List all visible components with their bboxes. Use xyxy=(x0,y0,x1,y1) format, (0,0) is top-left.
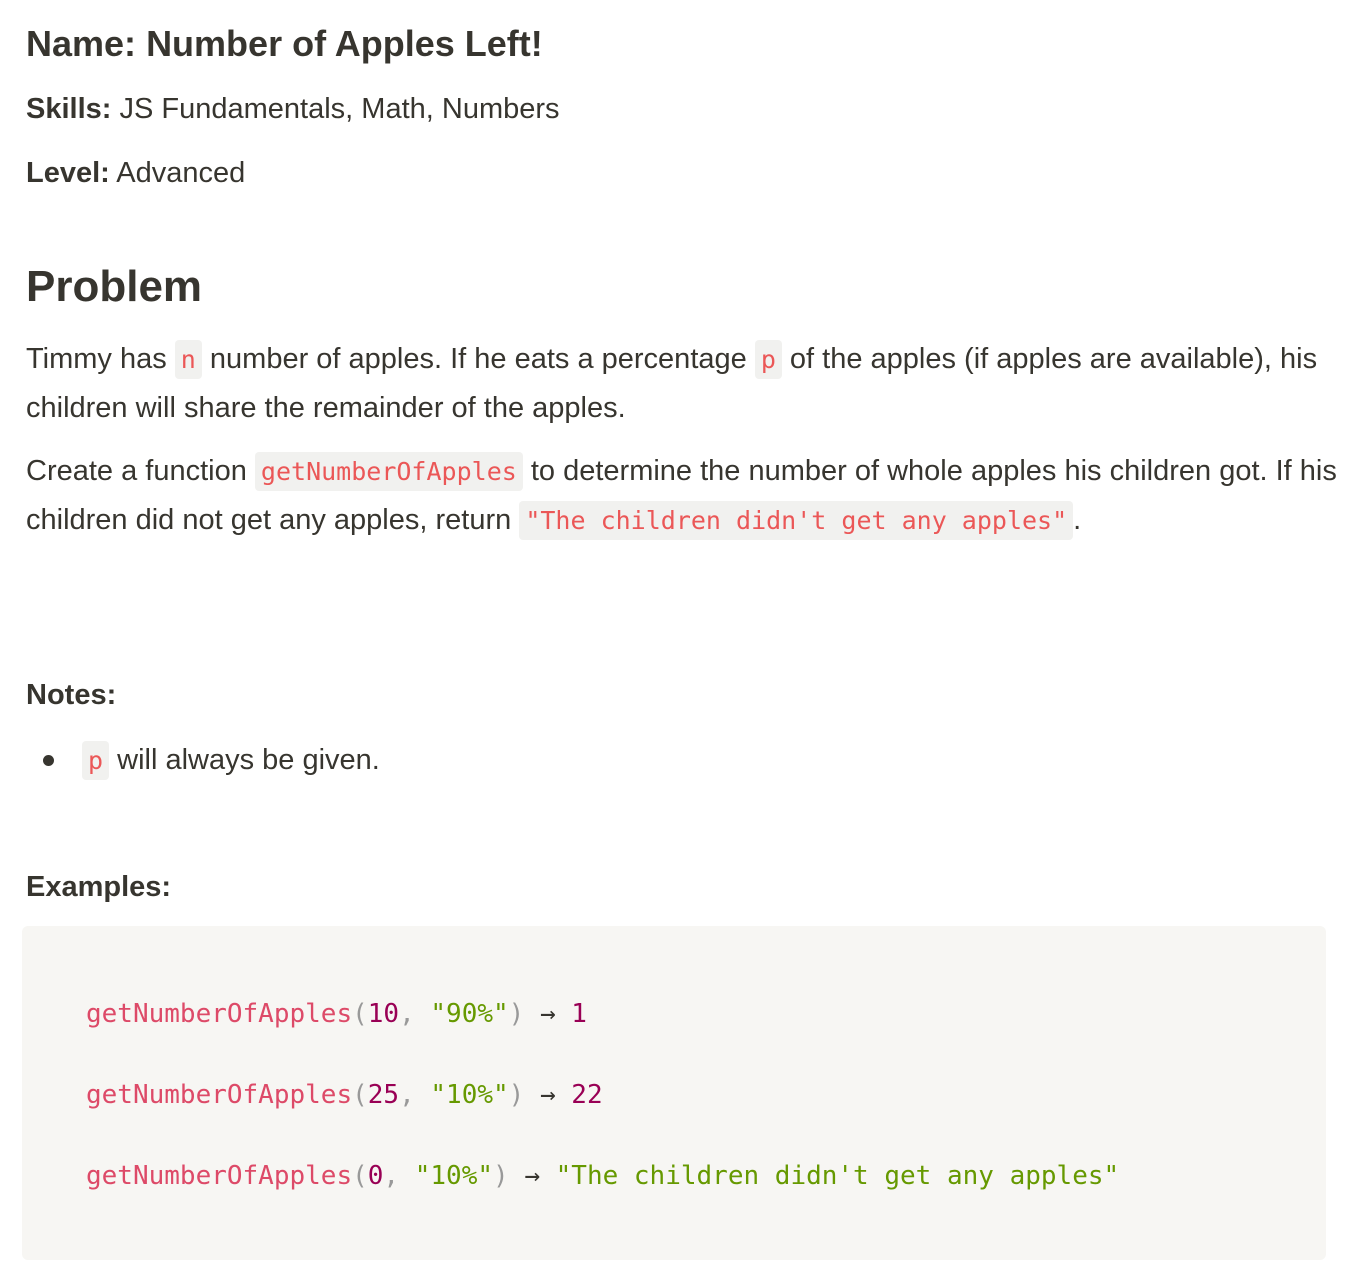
code-line: getNumberOfApples(10, "90%") → 1 xyxy=(86,996,587,1032)
problem-text: Timmy has xyxy=(26,343,175,375)
code-result: 22 xyxy=(571,1080,603,1110)
code-punctuation: , xyxy=(399,999,431,1029)
page-title: Name: Number of Apples Left! xyxy=(26,22,543,66)
examples-heading: Examples: xyxy=(26,871,172,903)
code-punctuation: ) xyxy=(493,1161,509,1191)
code-function: getNumberOfApples xyxy=(86,1161,353,1191)
skills-value: JS Fundamentals, Math, Numbers xyxy=(119,93,560,125)
code-punctuation: , xyxy=(399,1080,431,1110)
inline-code-n: n xyxy=(174,340,202,379)
notes-heading: Notes: xyxy=(26,679,117,711)
code-function: getNumberOfApples xyxy=(86,1080,353,1110)
level-value: Advanced xyxy=(116,157,246,189)
arrow-icon: → xyxy=(524,999,572,1029)
inline-code-return-value: "The children didn't get any apples" xyxy=(519,501,1074,540)
problem-paragraph-1: Timmy has n number of apples. If he eats… xyxy=(26,335,1338,432)
inline-code-p: p xyxy=(754,340,782,379)
note-text: p will always be given. xyxy=(82,736,380,785)
skills-line: Skills: JS Fundamentals, Math, Numbers xyxy=(26,89,560,129)
code-string: "10%" xyxy=(430,1080,509,1110)
code-result: 1 xyxy=(571,999,587,1029)
code-line: getNumberOfApples(25, "10%") → 22 xyxy=(86,1077,603,1113)
code-punctuation: ( xyxy=(352,1161,368,1191)
name-label: Name: xyxy=(26,23,137,64)
inline-code-p: p xyxy=(82,741,110,780)
problem-paragraph-2: Create a function getNumberOfApples to d… xyxy=(26,447,1338,545)
problem-text: Create a function xyxy=(26,455,255,487)
name-value: Number of Apples Left! xyxy=(146,23,543,64)
bullet-icon xyxy=(43,755,54,766)
code-line: getNumberOfApples(0, "10%") → "The child… xyxy=(86,1158,1119,1194)
code-punctuation: ( xyxy=(352,1080,368,1110)
code-result: "The children didn't get any apples" xyxy=(555,1161,1120,1191)
code-punctuation: , xyxy=(383,1161,415,1191)
arrow-icon: → xyxy=(524,1080,572,1110)
problem-text: number of apples. If he eats a percentag… xyxy=(201,343,755,375)
code-number: 10 xyxy=(367,999,400,1029)
code-punctuation: ) xyxy=(508,999,525,1029)
code-number: 25 xyxy=(367,1080,400,1110)
level-label: Level: xyxy=(26,157,110,189)
skills-label: Skills: xyxy=(26,93,112,125)
problem-heading: Problem xyxy=(26,262,203,311)
problem-text: . xyxy=(1073,504,1082,536)
code-number: 0 xyxy=(367,1161,384,1191)
note-body: will always be given. xyxy=(109,744,380,776)
level-line: Level: Advanced xyxy=(26,153,245,193)
inline-code-function-name: getNumberOfApples xyxy=(254,452,523,491)
code-function: getNumberOfApples xyxy=(86,999,353,1029)
examples-code-block: getNumberOfApples(10, "90%") → 1 getNumb… xyxy=(22,926,1326,1260)
code-string: "90%" xyxy=(430,999,509,1029)
code-string: "10%" xyxy=(414,1161,494,1191)
code-punctuation: ) xyxy=(508,1080,525,1110)
arrow-icon: → xyxy=(508,1161,556,1191)
code-punctuation: ( xyxy=(352,999,368,1029)
